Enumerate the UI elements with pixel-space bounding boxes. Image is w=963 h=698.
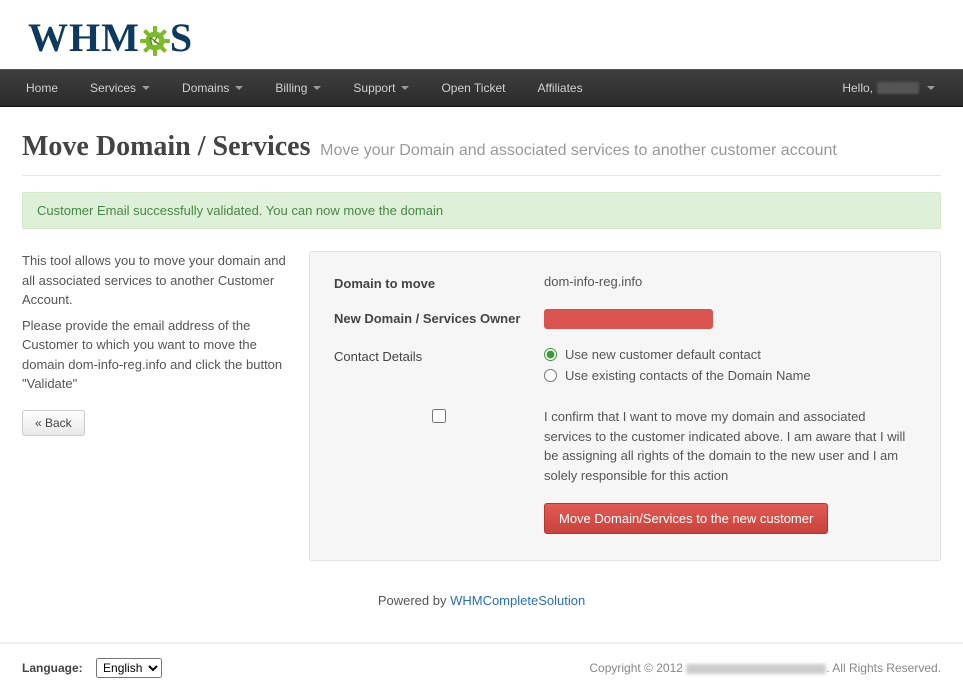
logo-text-prefix: WHM [28, 14, 140, 61]
gear-icon [138, 21, 172, 55]
nav-item-label: Billing [275, 81, 307, 95]
nav-item-label: Domains [182, 81, 229, 95]
nav-username-redacted [877, 82, 919, 94]
nav-billing[interactable]: Billing [259, 69, 337, 107]
powered-link[interactable]: WHMCompleteSolution [450, 593, 585, 608]
chevron-down-icon [313, 86, 321, 90]
nav-domains[interactable]: Domains [166, 69, 259, 107]
owner-value-redacted: ██████████████████ [544, 309, 713, 329]
confirm-checkbox[interactable] [432, 409, 446, 423]
move-submit-button[interactable]: Move Domain/Services to the new customer [544, 503, 828, 534]
back-button[interactable]: « Back [22, 410, 85, 436]
move-form-panel: Domain to move dom-info-reg.info New Dom… [309, 251, 941, 561]
confirm-text: I confirm that I want to move my domain … [544, 407, 916, 485]
nav-home[interactable]: Home [10, 69, 74, 107]
contact-default-label: Use new customer default contact [565, 347, 761, 362]
contact-existing-radio[interactable] [544, 369, 557, 382]
nav-user-menu[interactable]: Hello, [842, 81, 953, 95]
nav-support[interactable]: Support [337, 69, 425, 107]
logo: WHM [28, 14, 963, 61]
chevron-down-icon [401, 86, 409, 90]
copyright-redacted [686, 664, 826, 674]
page-title: Move Domain / Services [22, 131, 311, 162]
copyright: Copyright © 2012 . All Rights Reserved. [589, 661, 941, 675]
nav-item-label: Support [353, 81, 395, 95]
alert-text: Customer Email successfully validated. Y… [37, 203, 443, 218]
language-select[interactable]: English [96, 658, 162, 678]
chevron-down-icon [142, 86, 150, 90]
powered-by: Powered by WHMCompleteSolution [22, 561, 941, 632]
nav-services[interactable]: Services [74, 69, 166, 107]
nav-item-label: Services [90, 81, 136, 95]
powered-prefix: Powered by [378, 593, 450, 608]
domain-value: dom-info-reg.info [544, 274, 916, 289]
owner-label: New Domain / Services Owner [334, 309, 544, 326]
help-panel: This tool allows you to move your domain… [22, 251, 287, 436]
page-subtitle: Move your Domain and associated services… [320, 142, 837, 159]
contact-existing-label: Use existing contacts of the Domain Name [565, 368, 811, 383]
navbar: Home Services Domains Billing Support Op… [0, 69, 963, 107]
nav-left: Home Services Domains Billing Support Op… [10, 69, 599, 107]
page-header: Move Domain / Services Move your Domain … [22, 131, 941, 176]
nav-item-label: Affiliates [537, 81, 582, 95]
logo-area: WHM [0, 0, 963, 69]
help-text-2: Please provide the email address of the … [22, 316, 287, 394]
chevron-down-icon [927, 86, 935, 90]
copyright-suffix: . All Rights Reserved. [826, 661, 941, 675]
alert-success: Customer Email successfully validated. Y… [22, 192, 941, 229]
help-text-1: This tool allows you to move your domain… [22, 251, 287, 310]
language-selector: Language: English [22, 658, 162, 678]
domain-label: Domain to move [334, 274, 544, 291]
nav-affiliates[interactable]: Affiliates [521, 69, 598, 107]
nav-item-label: Open Ticket [441, 81, 505, 95]
logo-text-suffix: S [170, 14, 193, 61]
copyright-prefix: Copyright © 2012 [589, 661, 686, 675]
chevron-down-icon [235, 86, 243, 90]
contact-default-radio[interactable] [544, 348, 557, 361]
contact-label: Contact Details [334, 347, 544, 364]
nav-item-label: Home [26, 81, 58, 95]
nav-open-ticket[interactable]: Open Ticket [425, 69, 521, 107]
nav-greeting: Hello, [842, 81, 873, 95]
language-label: Language: [22, 661, 83, 675]
